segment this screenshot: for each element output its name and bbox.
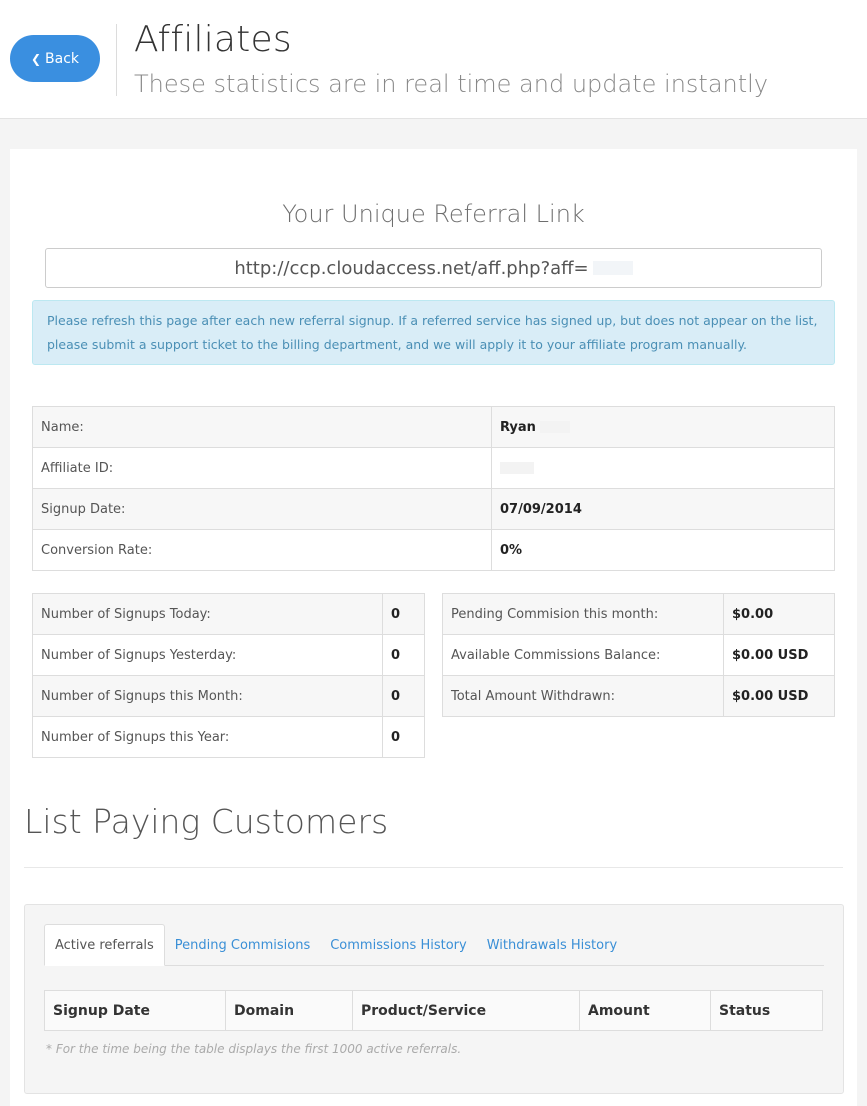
info-label: Affiliate ID: — [32, 447, 492, 489]
commission-value: $0.00 USD — [723, 634, 835, 676]
info-value — [491, 447, 835, 489]
info-label: Signup Date: — [32, 488, 492, 530]
referral-link-text: http://ccp.cloudaccess.net/aff.php?aff= — [234, 257, 589, 279]
page-title: Affiliates — [134, 19, 292, 60]
tab-active-referrals[interactable]: Active referrals — [44, 924, 165, 966]
redacted-affiliate-id — [500, 462, 534, 474]
signups-table: Number of Signups Today: 0 Number of Sig… — [32, 593, 425, 758]
page-subtitle: These statistics are in real time and up… — [134, 70, 769, 98]
table-note: * For the time being the table displays … — [46, 1042, 462, 1056]
table-row: Number of Signups Yesterday: 0 — [32, 634, 425, 676]
table-row: Signup Date: 07/09/2014 — [32, 488, 835, 530]
commissions-table: Pending Commision this month: $0.00 Avai… — [442, 593, 835, 717]
signups-label: Number of Signups this Month: — [32, 675, 383, 717]
signups-label: Number of Signups Yesterday: — [32, 634, 383, 676]
table-row: Number of Signups this Year: 0 — [32, 716, 425, 758]
info-label: Conversion Rate: — [32, 529, 492, 571]
tab-pending-commisions[interactable]: Pending Commisions — [165, 924, 320, 966]
tab-commissions-history[interactable]: Commissions History — [320, 924, 476, 966]
column-header-amount[interactable]: Amount — [579, 990, 711, 1031]
column-header-product[interactable]: Product/Service — [352, 990, 580, 1031]
header-divider — [116, 24, 117, 96]
redacted-surname — [540, 421, 571, 433]
redacted-affiliate-id — [592, 261, 633, 275]
table-row: Total Amount Withdrawn: $0.00 USD — [442, 675, 835, 717]
column-header-signup-date[interactable]: Signup Date — [44, 990, 226, 1031]
table-row: Pending Commision this month: $0.00 — [442, 593, 835, 635]
table-row: Available Commissions Balance: $0.00 USD — [442, 634, 835, 676]
page-header: ❮ Back Affiliates These statistics are i… — [0, 0, 867, 119]
info-value: Ryan — [491, 406, 835, 448]
table-row: Name: Ryan — [32, 406, 835, 448]
column-header-status[interactable]: Status — [710, 990, 823, 1031]
signups-label: Number of Signups Today: — [32, 593, 383, 635]
info-label: Name: — [32, 406, 492, 448]
signups-value: 0 — [382, 634, 425, 676]
tab-withdrawals-history[interactable]: Withdrawals History — [477, 924, 627, 966]
table-row: Number of Signups this Month: 0 — [32, 675, 425, 717]
table-row: Number of Signups Today: 0 — [32, 593, 425, 635]
customers-table: Signup Date Domain Product/Service Amoun… — [44, 990, 823, 1031]
table-header-row: Signup Date Domain Product/Service Amoun… — [44, 990, 823, 1031]
back-button[interactable]: ❮ Back — [10, 35, 100, 82]
commission-label: Total Amount Withdrawn: — [442, 675, 724, 717]
table-row: Conversion Rate: 0% — [32, 529, 835, 571]
table-row: Affiliate ID: — [32, 447, 835, 489]
signups-value: 0 — [382, 593, 425, 635]
section-divider — [24, 867, 843, 868]
signups-value: 0 — [382, 716, 425, 758]
signups-value: 0 — [382, 675, 425, 717]
customers-section-title: List Paying Customers — [24, 802, 389, 841]
affiliate-info-table: Name: Ryan Affiliate ID: Signup Date: 07… — [32, 406, 835, 571]
customers-tabs: Active referrals Pending Commisions Comm… — [44, 924, 824, 966]
column-header-domain[interactable]: Domain — [225, 990, 353, 1031]
chevron-left-icon: ❮ — [30, 51, 42, 66]
info-alert: Please refresh this page after each new … — [32, 300, 835, 365]
back-button-label: Back — [45, 50, 80, 67]
referral-heading: Your Unique Referral Link — [282, 200, 585, 228]
commission-label: Available Commissions Balance: — [442, 634, 724, 676]
referral-link-field[interactable]: http://ccp.cloudaccess.net/aff.php?aff= — [45, 248, 822, 288]
commission-value: $0.00 — [723, 593, 835, 635]
info-value: 0% — [491, 529, 835, 571]
info-value: 07/09/2014 — [491, 488, 835, 530]
signups-label: Number of Signups this Year: — [32, 716, 383, 758]
commission-value: $0.00 USD — [723, 675, 835, 717]
commission-label: Pending Commision this month: — [442, 593, 724, 635]
